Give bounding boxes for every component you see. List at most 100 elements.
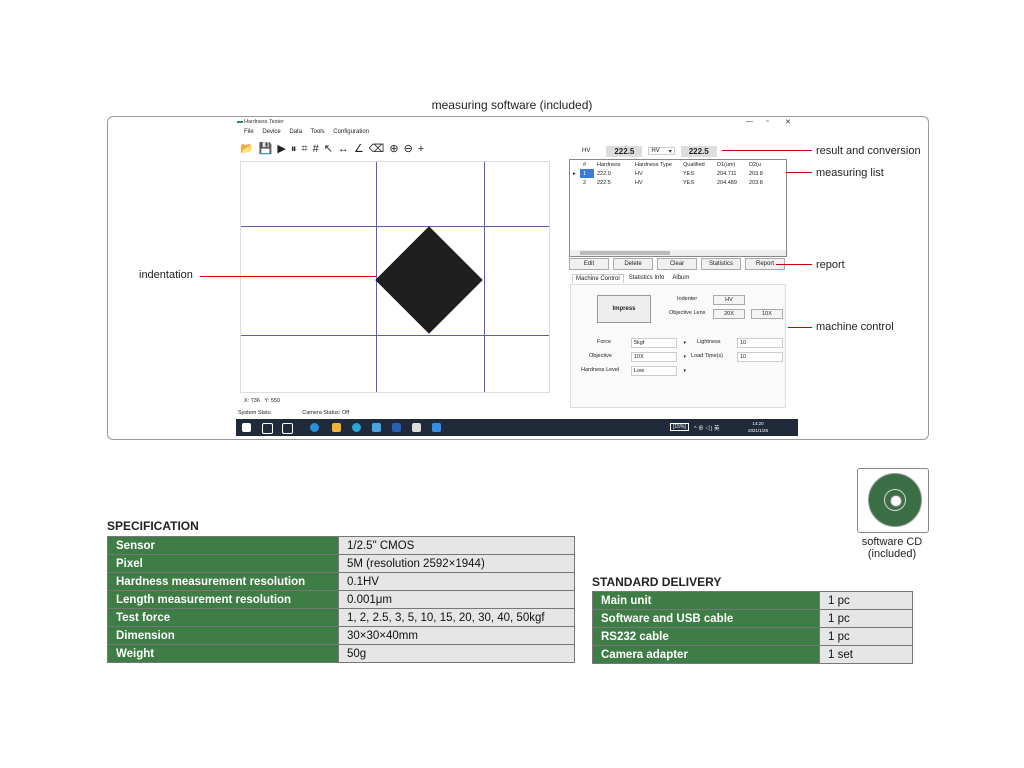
menu-device[interactable]: Device	[262, 129, 280, 135]
lens-10x-button[interactable]: 10X	[751, 309, 783, 319]
menu-configuration[interactable]: Configuration	[333, 129, 369, 135]
open-folder-icon[interactable]: 📂	[240, 143, 254, 155]
force-label: Force	[597, 339, 612, 345]
delete-button[interactable]: Delete	[613, 258, 653, 270]
table-row: Sensor 1/2.5" CMOS	[107, 536, 575, 555]
word-icon[interactable]	[392, 423, 401, 432]
title-bar: Hardness Tester — ▫ ✕	[236, 117, 798, 128]
zoom-in-icon[interactable]: ⊕	[389, 143, 398, 155]
specification-table: Sensor 1/2.5" CMOS Pixel 5M (resolution 25…	[107, 536, 575, 663]
hv-converted-value: 222.5	[680, 145, 717, 157]
table-row: Weight 50g	[107, 644, 575, 663]
file-explorer-icon[interactable]	[332, 423, 341, 432]
indentation-mark	[375, 226, 483, 334]
menu-file[interactable]: File	[244, 129, 254, 135]
callout-line	[788, 327, 812, 328]
angle-icon[interactable]: ∠	[354, 143, 364, 155]
software-cd-caption: software CD (included)	[861, 536, 923, 560]
callout-indentation: indentation	[139, 269, 193, 281]
minimize-button[interactable]: —	[746, 118, 753, 125]
impress-button[interactable]: Impress	[597, 295, 651, 323]
load-time-label: Load Time(s)	[691, 353, 724, 359]
statistics-button[interactable]: Statistics	[701, 258, 741, 270]
hv-value: 222.5	[606, 145, 643, 157]
eraser-icon[interactable]: ⌫	[369, 143, 385, 155]
delivery-table: Main unit 1 pc Software and USB cable 1 pc…	[592, 591, 913, 664]
play-icon[interactable]: ▶	[277, 143, 285, 155]
indenter-button[interactable]: HV	[713, 295, 745, 305]
edit-button[interactable]: Edit	[569, 258, 609, 270]
table-row: Pixel 5M (resolution 2592×1944)	[107, 554, 575, 573]
table-row[interactable]: 2 222.5 HV YES 204.489 203.8	[570, 178, 766, 187]
tab-machine-control[interactable]: Machine Control	[572, 274, 624, 283]
app-window: Hardness Tester — ▫ ✕ File Device Data T…	[236, 117, 798, 437]
table-row[interactable]: ▸ 1 222.0 HV YES 204.711 203.8	[570, 169, 766, 178]
close-button[interactable]: ✕	[785, 118, 791, 126]
maximize-button[interactable]: ▫	[766, 118, 768, 125]
grid-line	[484, 162, 485, 392]
load-time-stepper[interactable]: 10	[737, 352, 783, 362]
grid-line	[241, 335, 549, 336]
hv-unit-select[interactable]: HV	[648, 147, 675, 155]
app-logo-icon	[237, 121, 243, 123]
select-icon[interactable]: ↖	[324, 143, 333, 155]
table-row: Camera adapter 1 set	[592, 645, 913, 664]
lightness-label: Lightness	[697, 339, 721, 345]
list-button-row: Edit Delete Clear Statistics Report	[569, 258, 785, 270]
specification-title: SPECIFICATION	[107, 519, 199, 533]
delivery-title: STANDARD DELIVERY	[592, 575, 722, 589]
system-tray[interactable]: ^ ⊕ ◁) 英	[694, 424, 720, 432]
callout-line	[200, 276, 376, 277]
menu-data[interactable]: Data	[289, 129, 302, 135]
edge-browser-icon[interactable]	[310, 423, 319, 432]
crosshair-grid-icon[interactable]: #	[313, 143, 319, 155]
clock[interactable]: 14:20 2021/1/28	[748, 420, 768, 434]
objective-lens-label: Objective Lens	[669, 310, 706, 316]
indenter-label: Indenter	[677, 296, 698, 302]
hardness-level-select[interactable]: Low	[631, 366, 686, 376]
table-row: Main unit 1 pc	[592, 591, 913, 610]
system-status: System Statu	[238, 410, 271, 416]
callout-result: result and conversion	[816, 145, 921, 157]
image-viewer[interactable]	[240, 161, 550, 393]
pause-icon[interactable]: ⏸	[291, 143, 297, 155]
machine-control-panel: Impress Indenter HV Objective Lens 20X 1…	[570, 284, 786, 408]
scrollbar-thumb[interactable]	[580, 251, 670, 255]
search-icon[interactable]	[262, 423, 273, 434]
app-icon[interactable]	[352, 423, 361, 432]
force-select[interactable]: 5kgf	[631, 338, 686, 348]
table-row: Test force 1, 2, 2.5, 3, 5, 10, 15, 20, 3…	[107, 608, 575, 627]
menu-tools[interactable]: Tools	[311, 129, 325, 135]
objective-label: Objective	[589, 353, 612, 359]
camera-status: Camera Status: Off	[302, 410, 350, 416]
clear-button[interactable]: Clear	[657, 258, 697, 270]
callout-line	[776, 264, 812, 265]
windows-start-icon[interactable]	[242, 423, 251, 432]
taskbar: [15%] ^ ⊕ ◁) 英 14:20 2021/1/28	[236, 419, 798, 436]
callout-line	[786, 172, 812, 173]
zoom-out-icon[interactable]: ⊖	[404, 143, 413, 155]
app-icon[interactable]	[372, 423, 381, 432]
measuring-list[interactable]: # Hardness Hardness Type Qualified D1(um…	[569, 159, 787, 257]
grid-line	[241, 226, 549, 227]
table-row: Software and USB cable 1 pc	[592, 609, 913, 628]
save-icon[interactable]: 💾	[259, 143, 273, 155]
app-icon[interactable]	[432, 423, 441, 432]
task-view-icon[interactable]	[282, 423, 293, 434]
lens-20x-button[interactable]: 20X	[713, 309, 745, 319]
tab-statistics-info[interactable]: Statistics Info	[626, 274, 668, 283]
callout-machine-control: machine control	[816, 321, 894, 333]
table-row: Hardness measurement resolution 0.1HV	[107, 572, 575, 591]
plus-icon[interactable]: +	[418, 143, 424, 155]
hardness-tester-app-icon[interactable]	[412, 423, 421, 432]
tab-album[interactable]: Album	[669, 274, 692, 283]
grid-icon[interactable]: ⌗	[301, 143, 307, 155]
status-bar: System Statu Camera Status: Off	[236, 410, 798, 416]
measure-length-icon[interactable]: ↔	[338, 143, 349, 155]
window-title: Hardness Tester	[244, 119, 284, 125]
objective-select[interactable]: 10X	[631, 352, 686, 362]
lightness-stepper[interactable]: 10	[737, 338, 783, 348]
list-scrollbar[interactable]	[570, 250, 786, 256]
table-row: Dimension 30×30×40mm	[107, 626, 575, 645]
callout-report: report	[816, 259, 845, 271]
